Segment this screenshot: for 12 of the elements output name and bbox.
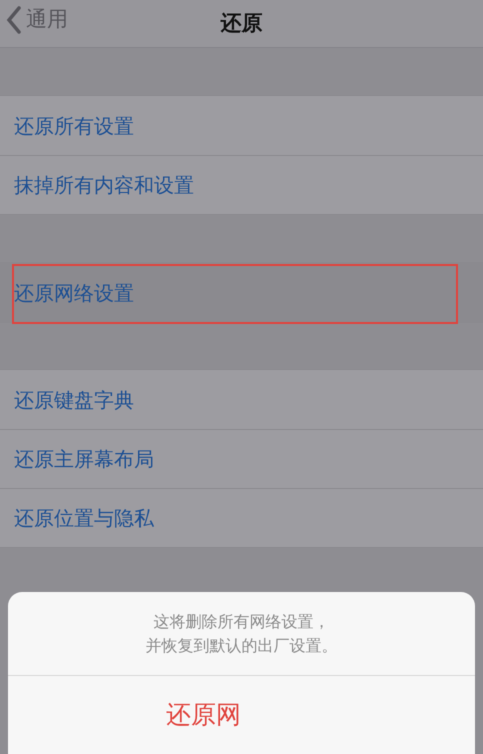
back-chevron-icon <box>6 6 22 34</box>
settings-row[interactable]: 还原网络设置 <box>0 263 483 322</box>
settings-row[interactable]: 还原键盘字典 <box>0 370 483 429</box>
settings-row[interactable]: 还原位置与隐私 <box>0 488 483 547</box>
settings-row[interactable]: 抹掉所有内容和设置 <box>0 155 483 214</box>
reset-network-button[interactable]: 还原网 <box>166 696 241 734</box>
sheet-message-line: 并恢复到默认的出厂设置。 <box>146 634 338 656</box>
page-title: 还原 <box>220 10 262 37</box>
sheet-message-line: 这将删除所有网络设置， <box>154 610 330 632</box>
back-button[interactable]: 通用 <box>6 4 68 36</box>
settings-row[interactable]: 还原所有设置 <box>0 96 483 155</box>
settings-row[interactable]: 还原主屏幕布局 <box>0 429 483 488</box>
